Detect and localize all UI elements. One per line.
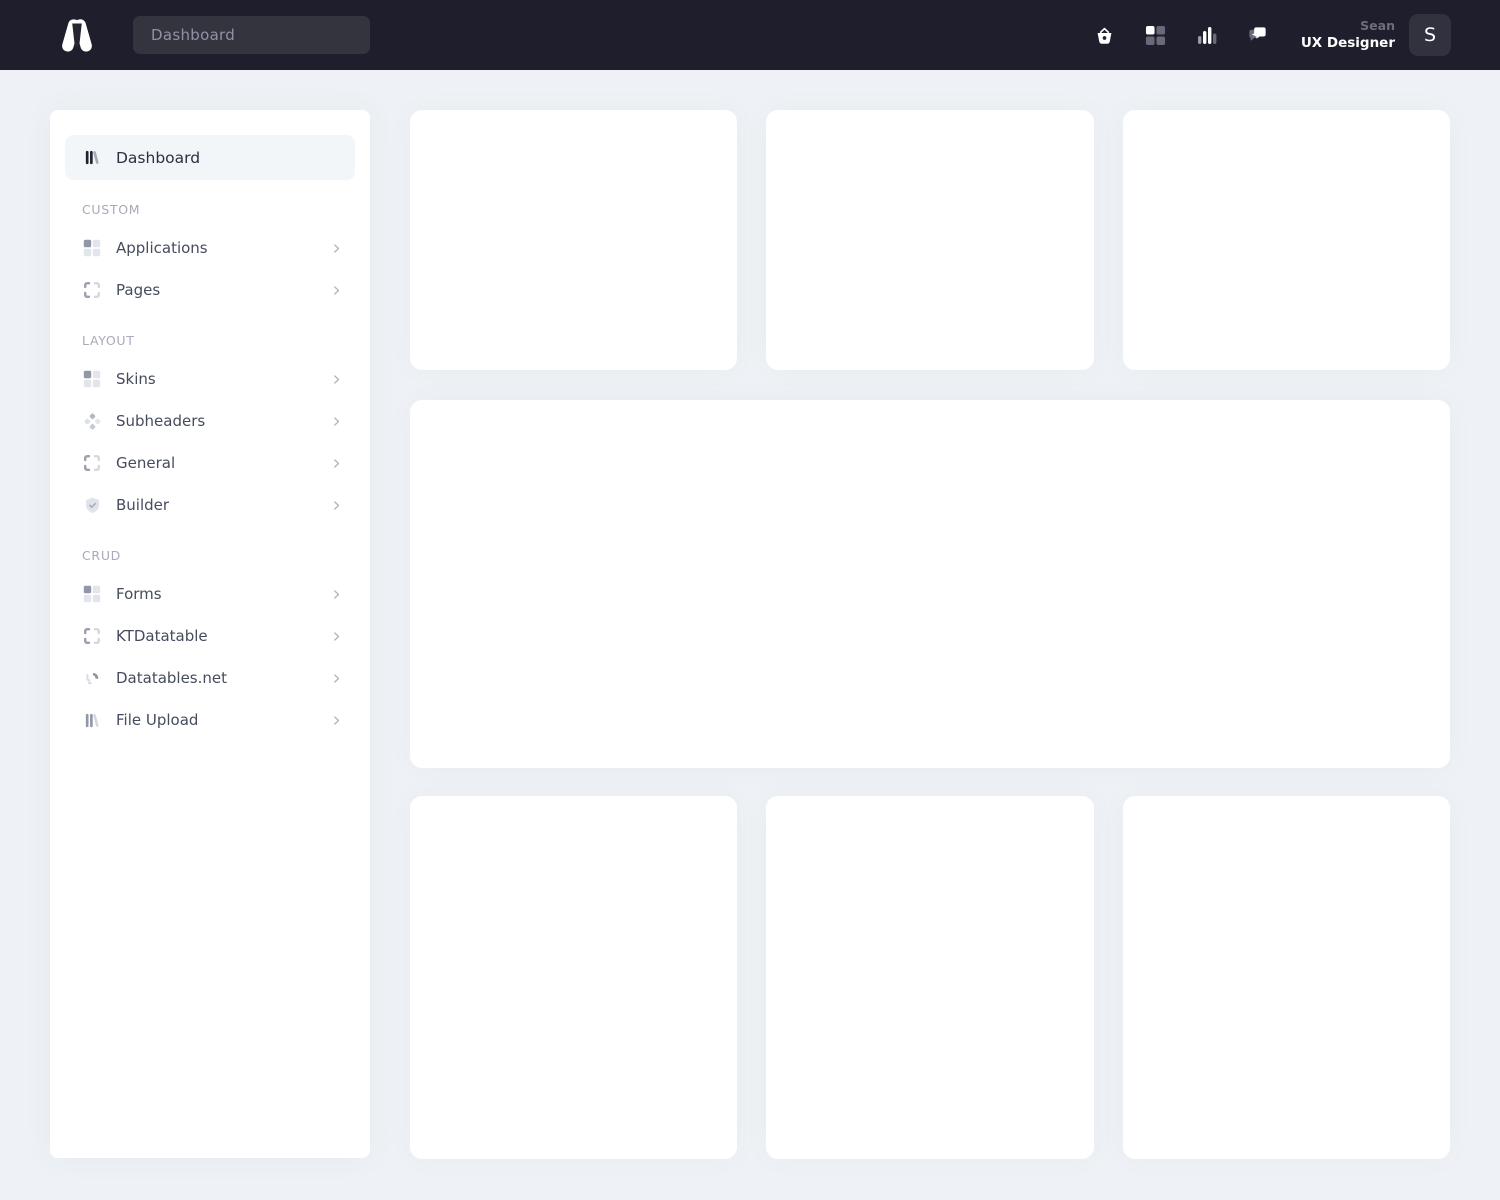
metronic-m-logo[interactable]	[55, 13, 99, 57]
bar-chart-button[interactable]	[1195, 23, 1219, 47]
sidebar-item-dashboard[interactable]: Dashboard	[65, 135, 355, 180]
grid-icon	[1145, 25, 1166, 46]
user-menu[interactable]: Sean UX Designer S	[1301, 14, 1451, 56]
grid4-icon	[82, 239, 102, 257]
sidebar-item-label: Applications	[116, 239, 208, 257]
sidebar-section-layout: LAYOUT	[82, 333, 355, 348]
shield-check-icon	[82, 496, 102, 515]
library-icon	[82, 711, 102, 730]
spark-icon	[82, 669, 102, 688]
user-info: Sean UX Designer	[1301, 18, 1395, 53]
basket-button[interactable]	[1093, 23, 1117, 47]
main-content	[410, 110, 1450, 1159]
placeholder-card	[766, 110, 1093, 370]
chevron-right-icon	[330, 457, 343, 470]
sidebar-item-label: Datatables.net	[116, 669, 227, 687]
chevron-right-icon	[330, 242, 343, 255]
diamonds-icon	[82, 412, 102, 431]
grid-button[interactable]	[1144, 23, 1168, 47]
sidebar-item-builder[interactable]: Builder	[65, 484, 355, 526]
bar-chart-icon	[1196, 24, 1218, 46]
sidebar-item-label: File Upload	[116, 711, 198, 729]
placeholder-card-wide	[410, 400, 1450, 768]
sidebar-item-pages[interactable]: Pages	[65, 269, 355, 311]
frame-icon	[82, 627, 102, 645]
sidebar-item-file-upload[interactable]: File Upload	[65, 699, 355, 741]
sidebar-item-label: KTDatatable	[116, 627, 208, 645]
chat-icon	[1246, 24, 1269, 47]
header-actions: Sean UX Designer S	[1093, 14, 1451, 56]
sidebar-item-datatables-net[interactable]: Datatables.net	[65, 657, 355, 699]
sidebar-item-general[interactable]: General	[65, 442, 355, 484]
sidebar-item-skins[interactable]: Skins	[65, 358, 355, 400]
basket-icon	[1093, 24, 1116, 47]
bottom-card-row	[410, 796, 1450, 1159]
page-body: Dashboard CUSTOM Applications	[0, 70, 1500, 1159]
page-title-input[interactable]	[133, 16, 370, 54]
user-role: UX Designer	[1301, 35, 1395, 52]
avatar[interactable]: S	[1409, 14, 1451, 56]
library-icon	[82, 148, 102, 167]
logo-icon	[55, 13, 99, 57]
sidebar-item-label: Dashboard	[116, 149, 200, 167]
top-header: Sean UX Designer S	[0, 0, 1500, 70]
sidebar-item-label: Forms	[116, 585, 162, 603]
chevron-right-icon	[330, 415, 343, 428]
sidebar-item-label: General	[116, 454, 175, 472]
avatar-initial: S	[1424, 24, 1436, 46]
sidebar-item-label: Pages	[116, 281, 160, 299]
chat-button[interactable]	[1246, 23, 1270, 47]
chevron-right-icon	[330, 284, 343, 297]
sidebar: Dashboard CUSTOM Applications	[50, 110, 370, 1158]
placeholder-card	[1123, 110, 1450, 370]
sidebar-item-label: Skins	[116, 370, 156, 388]
placeholder-card	[1123, 796, 1450, 1159]
placeholder-card	[766, 796, 1093, 1159]
top-card-row	[410, 110, 1450, 370]
grid4-icon	[82, 370, 102, 388]
chevron-right-icon	[330, 373, 343, 386]
placeholder-card	[410, 796, 737, 1159]
chevron-right-icon	[330, 630, 343, 643]
chevron-right-icon	[330, 672, 343, 685]
sidebar-item-forms[interactable]: Forms	[65, 573, 355, 615]
chevron-right-icon	[330, 499, 343, 512]
placeholder-card	[410, 110, 737, 370]
sidebar-item-applications[interactable]: Applications	[65, 227, 355, 269]
grid4-icon	[82, 585, 102, 603]
sidebar-section-custom: CUSTOM	[82, 202, 355, 217]
sidebar-section-crud: CRUD	[82, 548, 355, 563]
sidebar-item-label: Subheaders	[116, 412, 205, 430]
sidebar-item-label: Builder	[116, 496, 169, 514]
chevron-right-icon	[330, 714, 343, 727]
sidebar-item-ktdatatable[interactable]: KTDatatable	[65, 615, 355, 657]
frame-icon	[82, 281, 102, 299]
sidebar-item-subheaders[interactable]: Subheaders	[65, 400, 355, 442]
user-name: Sean	[1301, 18, 1395, 34]
chevron-right-icon	[330, 588, 343, 601]
frame-icon	[82, 454, 102, 472]
